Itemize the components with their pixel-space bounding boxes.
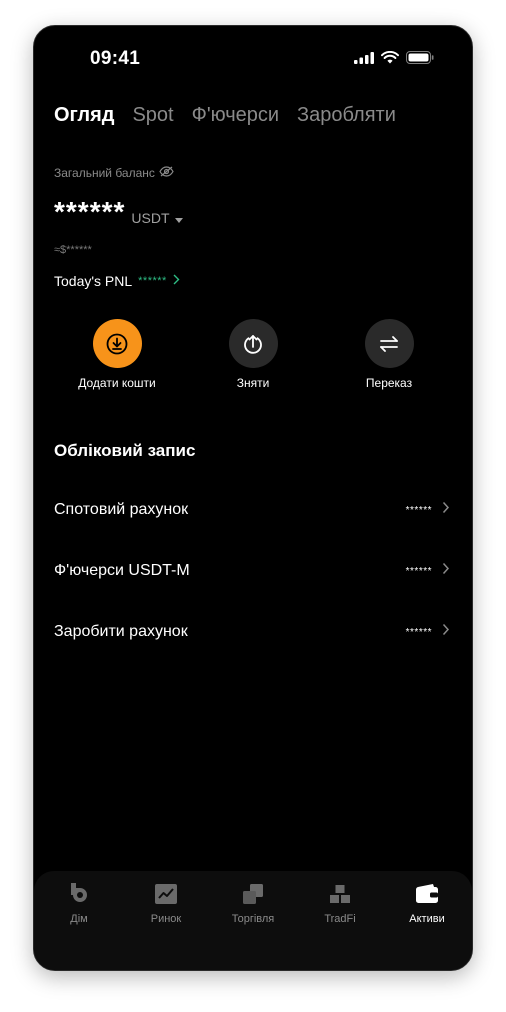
withdraw-button[interactable]: Зняти [193, 319, 313, 390]
total-balance-label-row: Загальний баланс [54, 166, 174, 180]
trade-icon [240, 881, 266, 907]
nav-label: Дім [70, 913, 88, 925]
accounts-title: Обліковий запис [54, 441, 196, 460]
deposit-label: Додати кошти [78, 376, 156, 390]
nav-assets[interactable]: Активи [383, 881, 471, 925]
transfer-label: Переказ [365, 376, 413, 390]
home-logo-icon [66, 881, 92, 907]
quick-actions: Додати кошти Зняти Переказ [34, 319, 472, 399]
market-chart-icon [153, 881, 179, 907]
tab-overview[interactable]: Огляд [54, 104, 114, 127]
balance-approx: ≈$****** [54, 244, 92, 256]
battery-icon [406, 51, 434, 69]
deposit-button[interactable]: Додати кошти [57, 319, 177, 390]
account-value: ****** [405, 626, 432, 638]
account-name: Спотовий рахунок [54, 501, 189, 518]
account-value: ****** [405, 504, 432, 516]
withdraw-icon [228, 319, 278, 368]
tradfi-bars-icon [327, 881, 353, 907]
wallet-icon [414, 881, 440, 907]
chevron-right-icon [173, 272, 180, 290]
account-row-futures[interactable]: Ф'ючерси USDT-M ****** [54, 556, 450, 586]
transfer-icon [364, 319, 414, 368]
nav-home[interactable]: Дім [35, 881, 123, 925]
deposit-icon [92, 319, 142, 368]
tab-earn[interactable]: Заробляти [297, 104, 396, 127]
nav-market[interactable]: Ринок [122, 881, 210, 925]
nav-trade[interactable]: Торгівля [209, 881, 297, 925]
bottom-nav: Дім Ринок Торгівля TradFi Активи [34, 871, 472, 970]
tab-spot[interactable]: Spot [132, 104, 173, 127]
withdraw-label: Зняти [236, 376, 270, 390]
currency-label: USDT [131, 210, 170, 226]
chevron-right-icon [442, 501, 450, 519]
caret-down-icon [174, 210, 183, 226]
status-time: 09:41 [90, 48, 141, 69]
account-value: ****** [405, 565, 432, 577]
eye-hidden-icon[interactable] [159, 166, 174, 180]
transfer-button[interactable]: Переказ [329, 319, 449, 390]
nav-label: Активи [409, 913, 445, 925]
nav-label: Торгівля [231, 913, 275, 925]
chevron-right-icon [442, 562, 450, 580]
tab-futures[interactable]: Ф'ючерси [192, 104, 279, 127]
signal-icon [354, 51, 374, 69]
pnl-value: ****** [138, 275, 167, 287]
currency-selector[interactable]: USDT [131, 210, 183, 226]
account-row-spot[interactable]: Спотовий рахунок ****** [54, 495, 450, 525]
account-name: Ф'ючерси USDT-M [54, 562, 190, 579]
nav-label: TradFi [324, 913, 356, 925]
nav-tradfi[interactable]: TradFi [296, 881, 384, 925]
total-balance-label: Загальний баланс [54, 166, 155, 180]
nav-label: Ринок [150, 913, 182, 925]
asset-tabs: Огляд Spot Ф'ючерси Заробляти [54, 104, 396, 127]
balance-row: ****** USDT [54, 196, 183, 228]
pnl-row[interactable]: Today's PNL ****** [54, 272, 180, 290]
chevron-right-icon [442, 623, 450, 641]
account-name: Заробити рахунок [54, 623, 188, 640]
balance-value: ****** [54, 196, 126, 227]
account-row-earn[interactable]: Заробити рахунок ****** [54, 617, 450, 647]
phone-screen: 09:41 Огляд Spot Ф'ючерси Заробляти Зага… [33, 25, 473, 971]
status-bar: 09:41 [34, 26, 472, 86]
pnl-label: Today's PNL [54, 273, 133, 289]
status-icons [354, 50, 434, 69]
wifi-icon [381, 50, 399, 69]
